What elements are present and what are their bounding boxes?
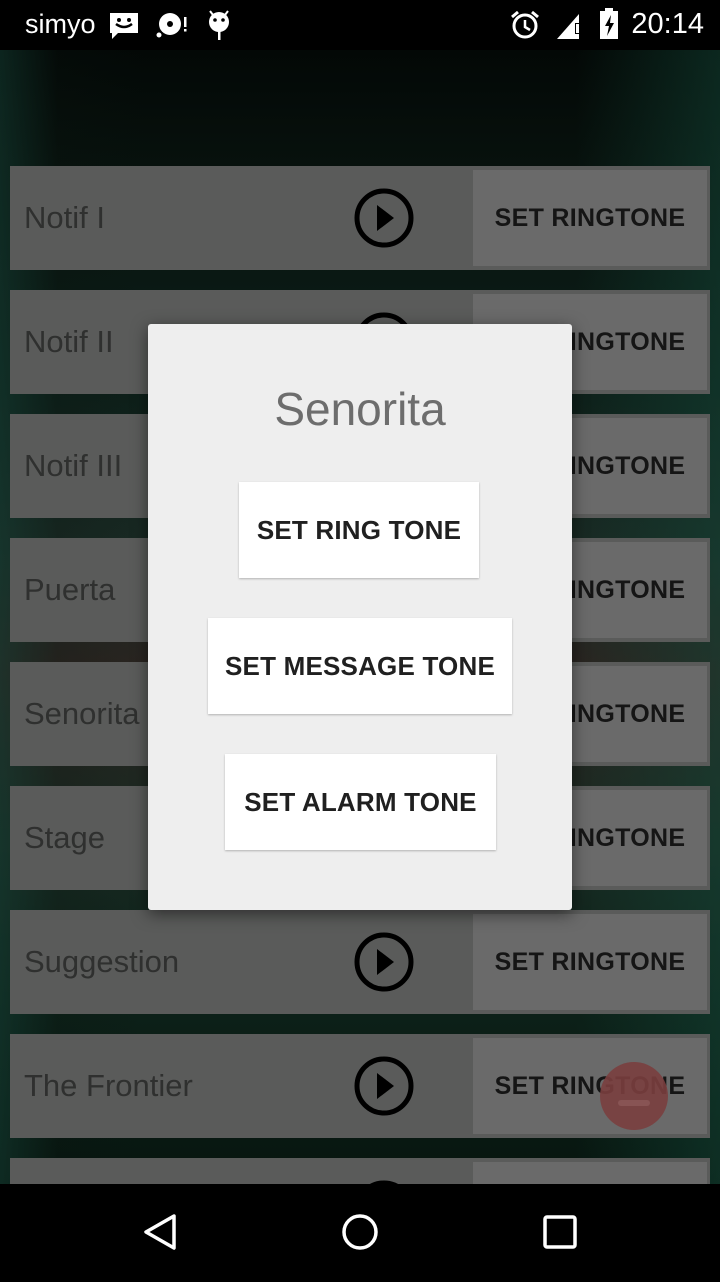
android-debug-icon: [207, 9, 231, 46]
sync-disc-alert-icon: [155, 11, 189, 44]
carrier-name: simyo: [25, 9, 96, 39]
ringtone-name: Stage: [24, 820, 106, 855]
alarm-clock-icon: [510, 10, 540, 45]
battery-charging-icon: [599, 8, 619, 45]
ringtone-name: Notif II: [24, 324, 114, 359]
sms-smiley-icon: [108, 11, 140, 46]
set-ring-tone-button[interactable]: SET RING TONE: [239, 482, 479, 578]
set-ringtone-button[interactable]: SET RINGTONE: [473, 914, 707, 1010]
home-icon[interactable]: [336, 1208, 384, 1256]
play-icon[interactable]: [354, 188, 414, 248]
recents-icon[interactable]: [536, 1208, 584, 1256]
list-item: Suggestion SET RINGTONE: [10, 910, 710, 1014]
menu-fab-button[interactable]: [600, 1062, 668, 1130]
ringtone-name: Notif III: [24, 448, 123, 483]
set-ringtone-button[interactable]: SET RINGTONE: [473, 1038, 707, 1134]
list-item: Notif I SET RINGTONE: [10, 166, 710, 270]
play-icon[interactable]: [354, 1056, 414, 1116]
ringtone-name: The Frontier: [24, 1068, 193, 1103]
ringtone-name: Senorita: [24, 696, 140, 731]
back-icon[interactable]: [136, 1208, 184, 1256]
signal-no-data-icon: [555, 10, 585, 45]
status-bar: simyo 20:14: [0, 0, 720, 50]
clock: 20:14: [631, 8, 704, 40]
tone-type-dialog: Senorita SET RING TONE SET MESSAGE TONE …: [148, 324, 572, 910]
set-alarm-tone-button[interactable]: SET ALARM TONE: [225, 754, 496, 850]
set-ringtone-button[interactable]: SET RINGTONE: [473, 170, 707, 266]
menu-icon: [618, 1100, 650, 1106]
set-message-tone-button[interactable]: SET MESSAGE TONE: [208, 618, 512, 714]
dialog-title: Senorita: [274, 383, 446, 435]
ringtone-name: Suggestion: [24, 944, 180, 979]
navigation-bar: [0, 1184, 720, 1280]
play-icon[interactable]: [354, 932, 414, 992]
ringtone-name: Notif I: [24, 200, 105, 235]
ringtone-name: Puerta: [24, 572, 116, 607]
